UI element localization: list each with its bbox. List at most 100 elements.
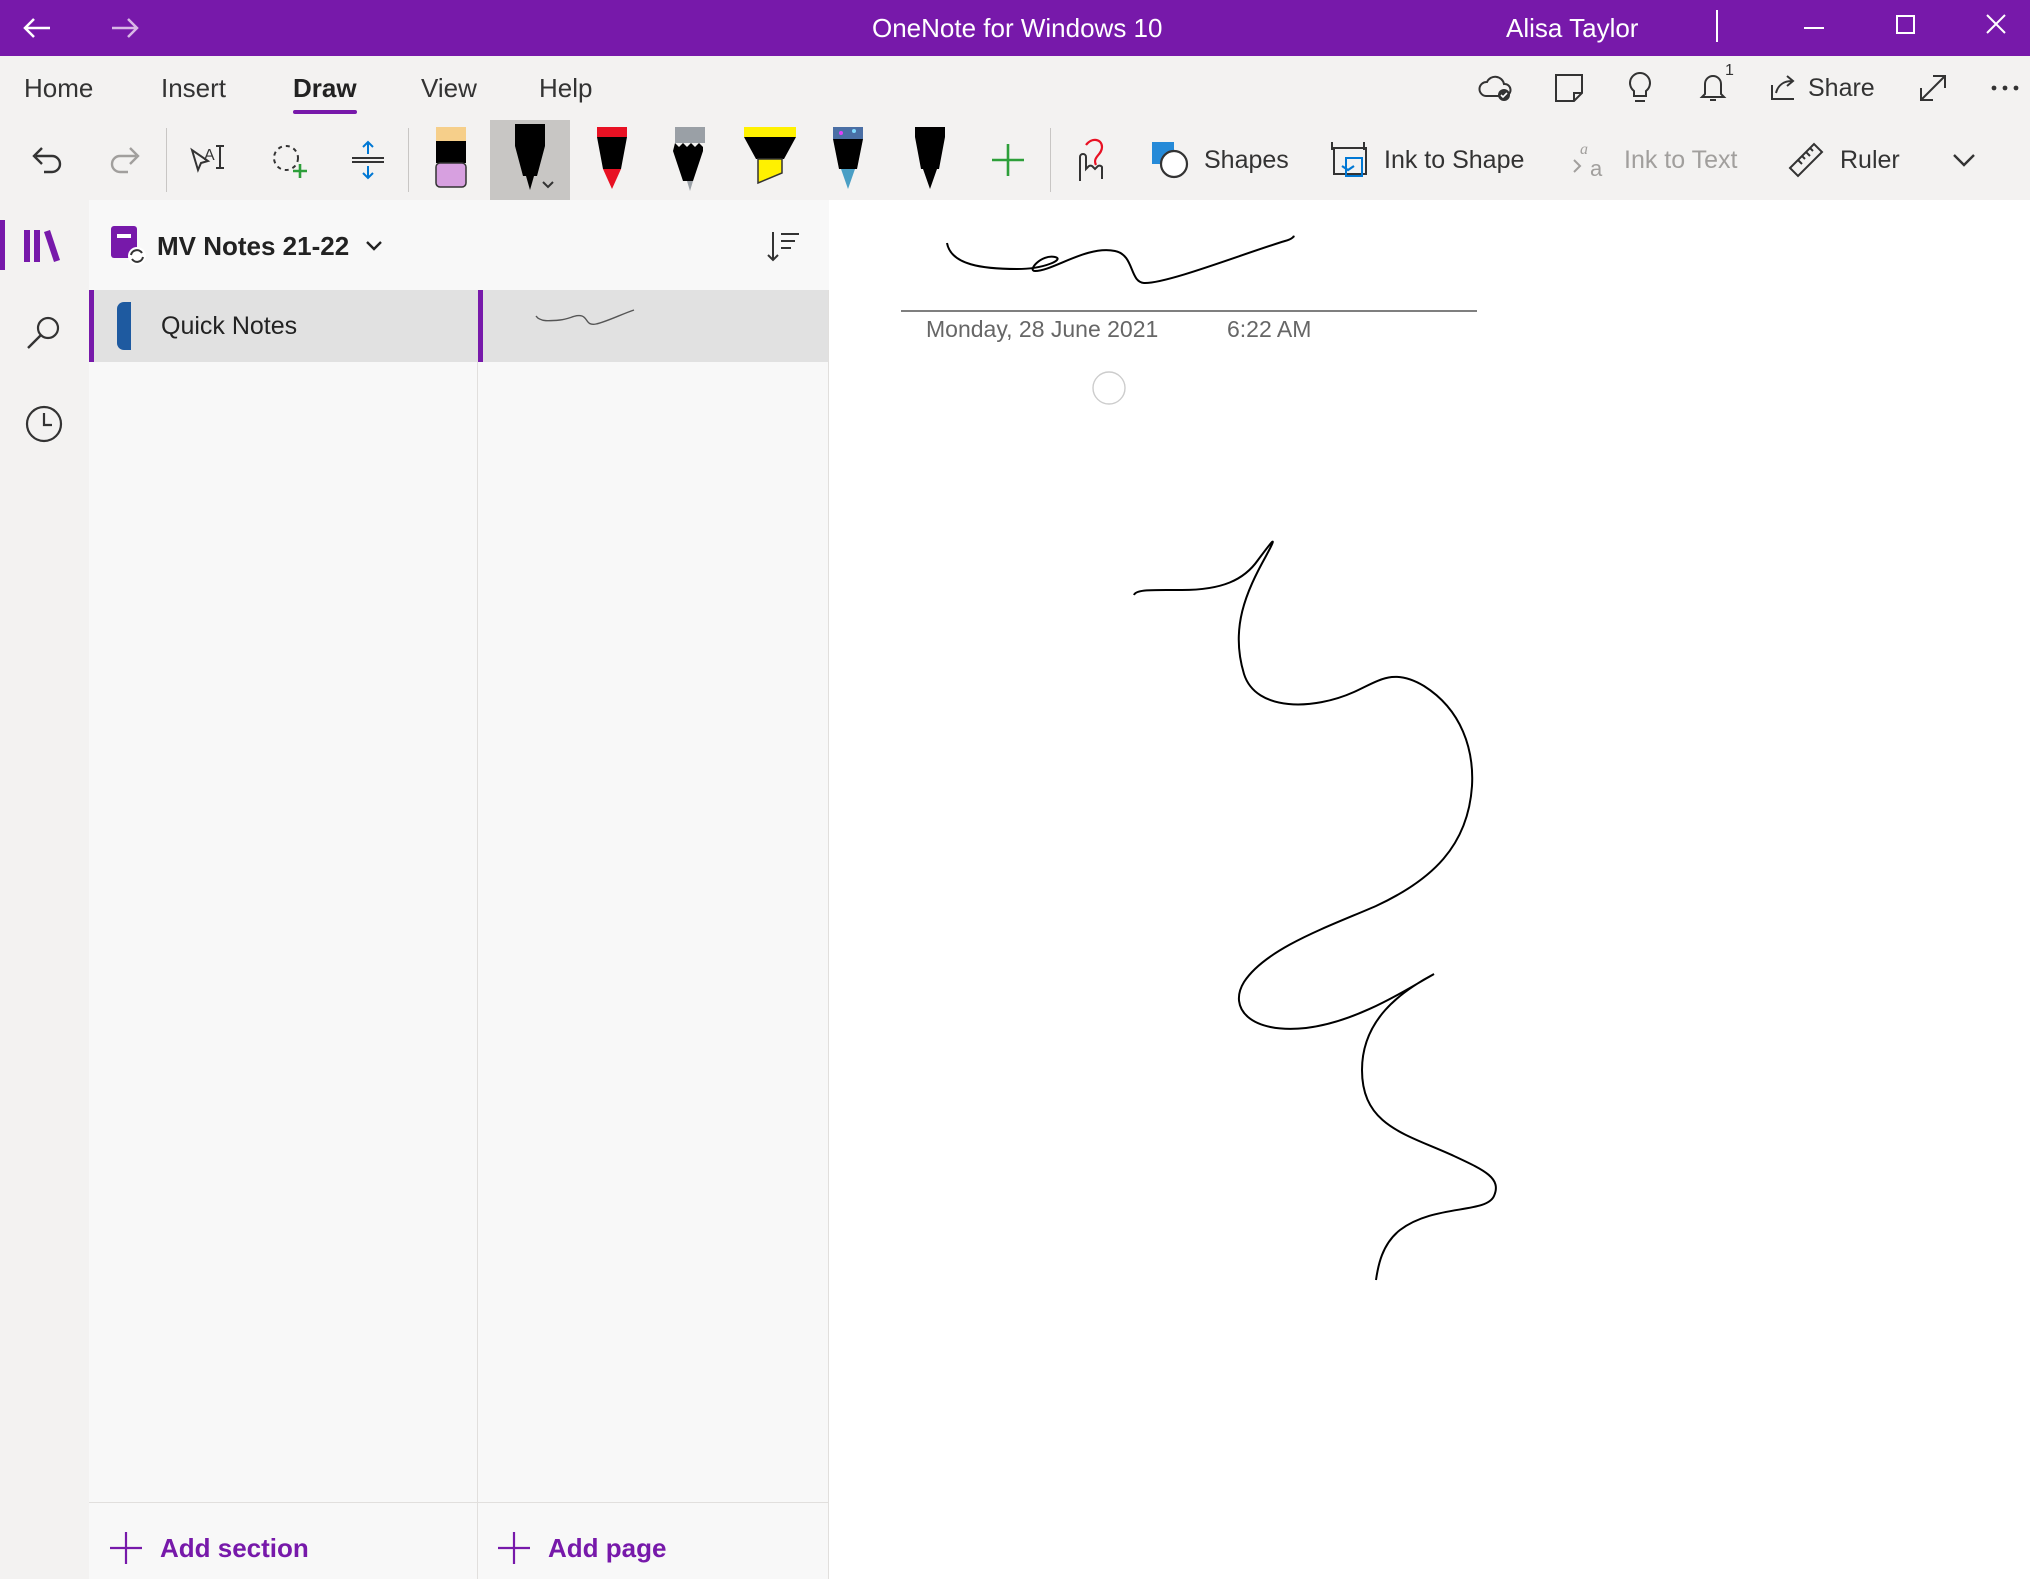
page-title-ink [946,235,1295,285]
draw-toolbar: A Shapes Ink to Shape aa Ink to Text Rul… [0,120,2030,201]
ink-drawing-layer [901,235,1497,1281]
lasso-select-button[interactable] [266,120,314,200]
add-remove-space-button[interactable] [344,120,392,200]
plus-icon [992,144,1024,176]
add-section-button[interactable]: Add section [108,1520,309,1576]
sort-icon [767,232,799,262]
recent-notes-button[interactable] [20,400,68,448]
freehand-ink-stroke [1133,540,1497,1281]
draw-with-touch-button[interactable] [1066,120,1116,200]
chevron-down-icon [1953,154,1975,167]
shapes-button[interactable]: Shapes [1148,120,1289,200]
ribbon-tabs: Home Insert Draw View Help 1 Share [0,56,2030,120]
notebooks-button[interactable] [0,220,89,270]
window-title: OneNote for Windows 10 [872,13,1163,43]
add-page-button[interactable]: Add page [496,1520,666,1576]
tab-draw[interactable]: Draw [293,56,357,120]
sync-status-button[interactable] [1476,68,1516,108]
forward-arrow-icon [112,18,139,38]
tab-home[interactable]: Home [24,56,93,120]
toolbar-separator [1050,128,1051,192]
share-button[interactable]: Share [1766,68,1875,108]
svg-text:a: a [1590,156,1603,181]
tab-view[interactable]: View [421,56,477,120]
undo-icon [32,147,62,174]
ink-to-shape-icon [1331,142,1367,177]
add-pen-button[interactable] [986,120,1030,200]
chevron-down-icon [366,241,383,251]
tell-me-button[interactable] [1620,68,1660,108]
section-item-quick-notes[interactable]: Quick Notes [89,290,477,362]
notebooks-icon [24,230,60,262]
section-label: Quick Notes [161,312,298,340]
redo-icon [110,147,140,174]
svg-text:A: A [204,147,215,164]
shapes-label: Shapes [1204,145,1289,174]
more-options-button[interactable] [1985,68,2025,108]
close-button[interactable] [1978,6,2014,42]
notebook-header: MV Notes 21-22 [89,200,829,290]
add-page-label: Add page [548,1532,667,1563]
maximize-icon [1896,15,1915,34]
lasso-type-icon: A [190,145,224,173]
red-pen-tool[interactable] [590,120,634,200]
svg-text:a: a [1580,141,1588,158]
maximize-button[interactable] [1887,6,1923,42]
tab-insert[interactable]: Insert [161,56,226,120]
redo-button[interactable] [104,120,148,200]
back-button[interactable] [20,10,56,46]
galaxy-pen-tool[interactable] [826,120,870,200]
red-pen-icon [597,127,627,189]
forward-button[interactable] [106,10,142,46]
page-list-panel [478,290,829,1579]
sticky-notes-button[interactable] [1549,68,1589,108]
plus-icon [110,1532,142,1564]
minimize-icon [1804,27,1824,29]
page-title-ink-thumbnail [535,309,635,326]
minimize-button[interactable] [1796,10,1832,46]
yellow-highlighter-tool[interactable] [742,120,798,200]
expand-icon [1920,75,1946,101]
ink-to-text-icon: aa [1573,141,1603,181]
notebook-sync-icon [111,226,146,265]
pencil-tool[interactable] [668,120,712,200]
ruler-icon [1788,142,1824,178]
title-separator [1716,10,1718,42]
black-pen-tool-selected[interactable] [490,120,570,200]
ribbon-overflow-button[interactable] [1944,120,1984,200]
full-page-view-button[interactable] [1913,68,1953,108]
page-item[interactable] [478,290,828,362]
ink-to-shape-label: Ink to Shape [1384,145,1525,174]
page-time: 6:22 AM [1227,316,1312,342]
insert-space-icon [352,140,384,180]
sort-pages-button[interactable] [761,224,805,268]
black-pen-tool[interactable] [908,120,952,200]
ink-to-text-label: Ink to Text [1624,145,1738,174]
eraser-tool[interactable] [428,120,474,200]
type-select-button[interactable]: A [186,120,234,200]
add-section-label: Add section [160,1532,309,1563]
ink-cursor [1092,371,1126,405]
notebook-picker[interactable]: MV Notes 21-22 [109,224,385,268]
ruler-button[interactable]: Ruler [1784,120,1900,200]
note-canvas[interactable]: Monday, 28 June 2021 6:22 AM [829,200,2030,1579]
notifications-button[interactable]: 1 [1693,62,1737,110]
user-name[interactable]: Alisa Taylor [1506,0,1638,56]
touch-draw-icon [1079,138,1104,181]
more-icon [1991,85,2019,91]
undo-button[interactable] [24,120,68,200]
ink-to-shape-button[interactable]: Ink to Shape [1328,120,1524,200]
plus-icon [498,1532,530,1564]
search-button[interactable] [22,312,66,356]
share-icon [1771,75,1795,100]
selection-indicator [89,290,94,362]
cloud-sync-icon [1478,75,1512,101]
ink-to-text-button: aa Ink to Text [1568,120,1738,200]
sticky-note-icon [1555,74,1583,102]
selection-indicator [478,290,483,362]
navigation-rail [0,200,90,1579]
toolbar-separator [408,128,409,192]
galaxy-pen-icon [833,127,863,189]
tab-help[interactable]: Help [539,56,592,120]
toolbar-separator [166,128,167,192]
